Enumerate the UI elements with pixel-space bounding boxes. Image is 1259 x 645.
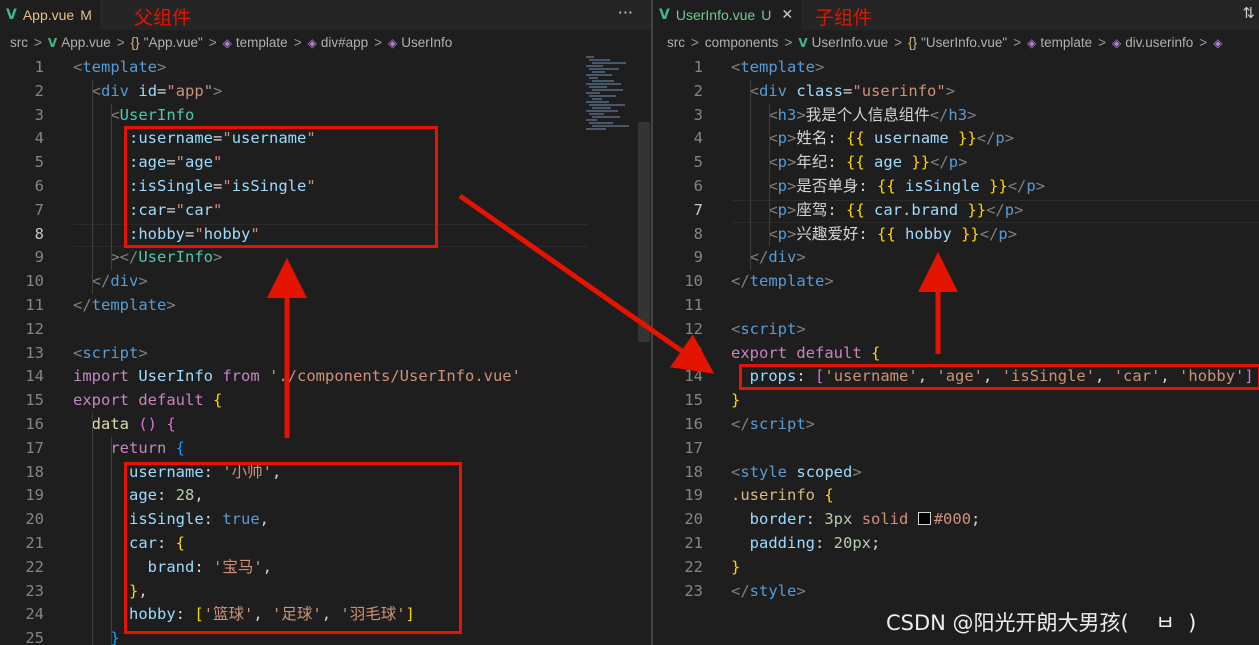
arrow-parent-to-child	[458, 193, 715, 374]
watermark: CSDN @阳光开朗大男孩( ㅂ )	[886, 611, 1197, 635]
annotation-arrows	[267, 193, 958, 438]
